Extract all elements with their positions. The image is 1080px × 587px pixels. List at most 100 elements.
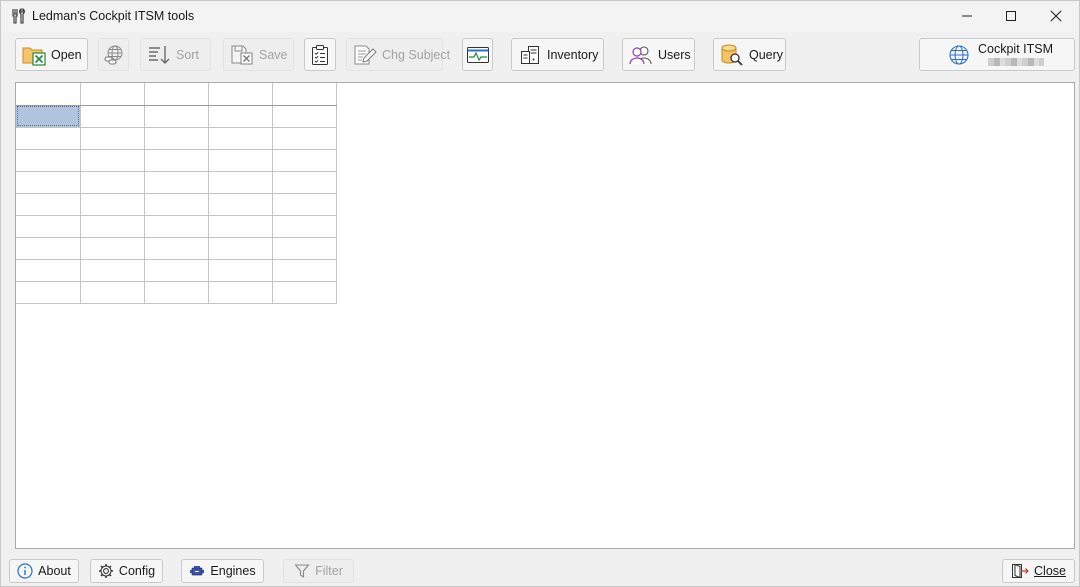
grid-column-header[interactable]: [144, 83, 209, 106]
minimize-button[interactable]: [944, 1, 990, 31]
grid-cell[interactable]: [144, 127, 209, 150]
filter-icon: [294, 564, 310, 579]
grid-cell[interactable]: [272, 171, 337, 194]
grid-cell[interactable]: [208, 171, 273, 194]
query-label: Query: [749, 47, 784, 62]
grid-row: [16, 215, 337, 238]
users-label: Users: [658, 47, 691, 62]
info-icon: [17, 563, 33, 579]
grid-cell[interactable]: [80, 237, 145, 260]
cockpit-itsm-button[interactable]: Cockpit ITSM: [919, 38, 1075, 71]
grid-cell[interactable]: [80, 149, 145, 172]
grid-row: [16, 171, 337, 194]
grid-cell[interactable]: [16, 171, 81, 194]
grid-cell[interactable]: [80, 281, 145, 304]
grid-cell[interactable]: [208, 281, 273, 304]
chg-subject-label: Chg Subject: [382, 47, 451, 62]
grid-cell[interactable]: [144, 215, 209, 238]
grid-cell[interactable]: [80, 171, 145, 194]
grid-cell[interactable]: [272, 127, 337, 150]
grid-cell[interactable]: [144, 259, 209, 282]
grid-column-header[interactable]: [272, 83, 337, 106]
config-button[interactable]: Config: [90, 559, 163, 583]
grid-cell[interactable]: [208, 259, 273, 282]
save-button[interactable]: Save: [223, 38, 294, 71]
cockpit-label: Cockpit ITSM: [978, 42, 1054, 56]
cockpit-subtitle-redacted: [987, 58, 1044, 66]
grid-cell[interactable]: [208, 127, 273, 150]
grid-row: [16, 281, 337, 304]
grid-cell[interactable]: [144, 237, 209, 260]
app-window: Ledman's Cockpit ITSM tools Open Sort Sa…: [0, 0, 1080, 587]
about-label: About: [38, 564, 71, 578]
grid-cell[interactable]: [208, 215, 273, 238]
data-grid-area[interactable]: [15, 82, 1075, 549]
sort-button[interactable]: Sort: [140, 38, 211, 71]
grid-cell[interactable]: [80, 259, 145, 282]
sort-icon: [149, 45, 170, 64]
close-icon: [1050, 10, 1062, 22]
save-label: Save: [259, 47, 288, 62]
grid-cell[interactable]: [208, 105, 273, 128]
web-link-button[interactable]: [98, 38, 129, 71]
filter-button[interactable]: Filter: [283, 559, 354, 583]
grid-corner-cell[interactable]: [16, 83, 81, 106]
grid-cell[interactable]: [272, 193, 337, 216]
grid-cell[interactable]: [80, 105, 145, 128]
users-icon: [629, 45, 652, 64]
grid-cell[interactable]: [16, 127, 81, 150]
checklist-button[interactable]: [304, 38, 336, 71]
grid-cell[interactable]: [16, 237, 81, 260]
grid-cell[interactable]: [16, 281, 81, 304]
data-grid[interactable]: [16, 83, 337, 304]
title-bar[interactable]: Ledman's Cockpit ITSM tools: [1, 1, 1079, 32]
grid-cell[interactable]: [16, 215, 81, 238]
engines-button[interactable]: Engines: [181, 559, 264, 583]
query-button[interactable]: Query: [713, 38, 786, 71]
monitor-button[interactable]: [462, 38, 493, 71]
grid-cell[interactable]: [144, 105, 209, 128]
grid-cell[interactable]: [208, 237, 273, 260]
grid-cell[interactable]: [272, 105, 337, 128]
cockpit-text: Cockpit ITSM: [978, 43, 1053, 66]
grid-cell[interactable]: [16, 193, 81, 216]
grid-cell[interactable]: [144, 193, 209, 216]
grid-cell[interactable]: [272, 281, 337, 304]
grid-row: [16, 105, 337, 128]
grid-cell[interactable]: [80, 127, 145, 150]
users-button[interactable]: Users: [622, 38, 695, 71]
grid-column-header[interactable]: [80, 83, 145, 106]
maximize-button[interactable]: [988, 1, 1034, 31]
database-search-icon: [721, 44, 743, 66]
grid-cell[interactable]: [144, 171, 209, 194]
open-label: Open: [51, 47, 82, 62]
grid-cell[interactable]: [272, 237, 337, 260]
grid-cell[interactable]: [144, 149, 209, 172]
open-button[interactable]: Open: [15, 38, 88, 71]
close-window-button[interactable]: [1033, 1, 1079, 31]
filter-label: Filter: [315, 564, 343, 578]
about-button[interactable]: About: [9, 559, 79, 583]
grid-cell-selected[interactable]: [16, 105, 81, 128]
grid-cell[interactable]: [272, 215, 337, 238]
close-button[interactable]: Close: [1002, 559, 1075, 583]
grid-cell[interactable]: [272, 149, 337, 172]
grid-cell[interactable]: [16, 259, 81, 282]
inventory-label: Inventory: [547, 47, 599, 62]
grid-cell[interactable]: [80, 193, 145, 216]
grid-cell[interactable]: [16, 149, 81, 172]
exit-icon: [1012, 563, 1029, 579]
grid-cell[interactable]: [208, 193, 273, 216]
inventory-button[interactable]: Inventory: [511, 38, 604, 71]
engine-icon: [190, 566, 205, 576]
globe-icon: [949, 44, 969, 65]
grid-row: [16, 149, 337, 172]
grid-cell[interactable]: [144, 281, 209, 304]
grid-row: [16, 193, 337, 216]
save-excel-icon: [231, 45, 253, 65]
grid-cell[interactable]: [208, 149, 273, 172]
grid-column-header[interactable]: [208, 83, 273, 106]
grid-cell[interactable]: [80, 215, 145, 238]
grid-cell[interactable]: [272, 259, 337, 282]
change-subject-button[interactable]: Chg Subject: [346, 38, 450, 71]
